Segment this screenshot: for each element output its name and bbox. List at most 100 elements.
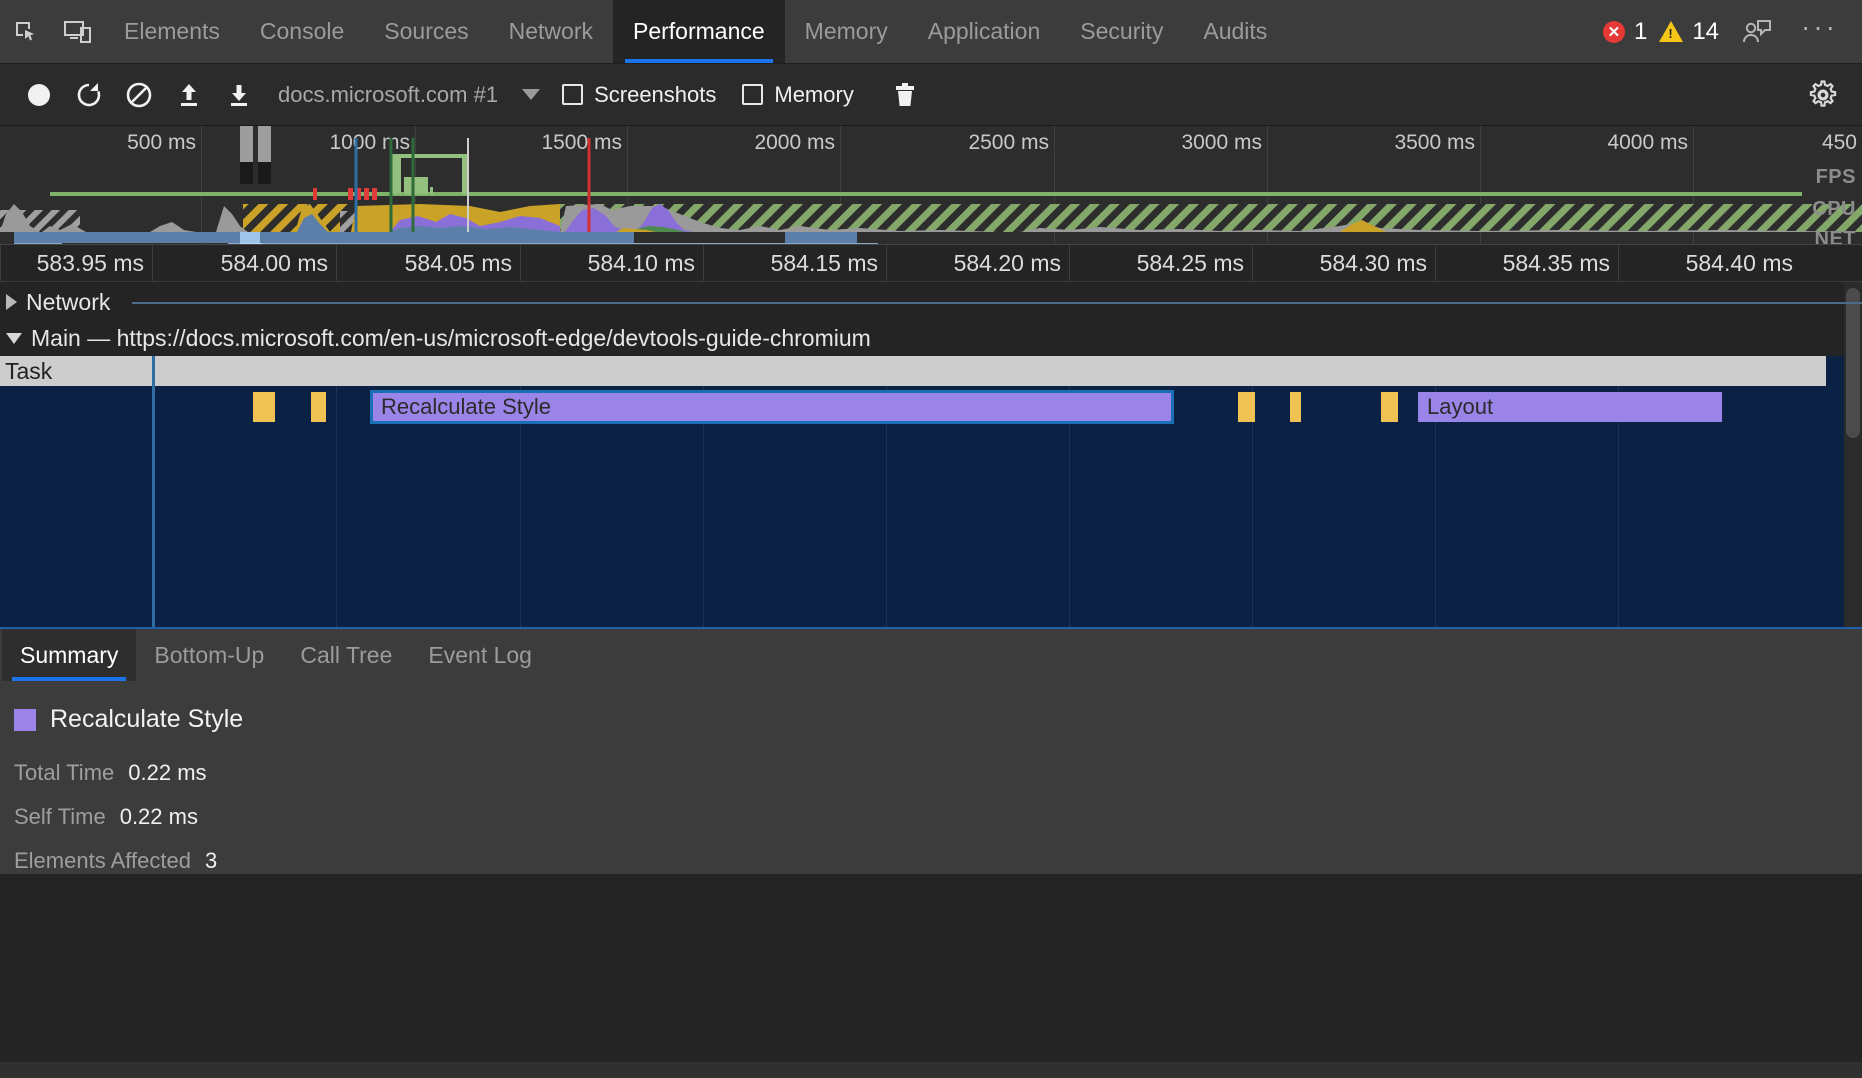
flame-event-label: Recalculate Style xyxy=(381,394,551,419)
flame-chart[interactable]: Network Main — https://docs.microsoft.co… xyxy=(0,282,1862,627)
detail-timeline-ruler: 583.95 ms 584.00 ms 584.05 ms 584.10 ms … xyxy=(0,244,1862,282)
summary-key: Total Time xyxy=(14,760,115,785)
summary-key: Elements Affected xyxy=(14,848,191,873)
session-selector-label[interactable]: docs.microsoft.com #1 xyxy=(278,82,498,108)
task-label: Task xyxy=(5,357,53,384)
tab-label: Event Log xyxy=(428,641,532,668)
load-profile-icon[interactable] xyxy=(164,73,214,117)
checkbox-box xyxy=(742,84,764,105)
tab-label: Call Tree xyxy=(300,641,393,668)
chevron-down-icon[interactable] xyxy=(522,89,541,100)
tab-elements[interactable]: Elements xyxy=(104,0,240,63)
tab-event-log[interactable]: Event Log xyxy=(410,629,550,681)
toolbar-right xyxy=(1798,73,1848,117)
flame-event-yellow[interactable] xyxy=(1238,392,1255,422)
save-profile-icon[interactable] xyxy=(214,73,264,117)
summary-value: 0.22 ms xyxy=(128,760,207,785)
tab-label: Audits xyxy=(1203,18,1268,44)
summary-panel: Recalculate Style Total Time 0.22 ms Sel… xyxy=(0,681,1862,874)
flame-event-yellow[interactable] xyxy=(1381,392,1398,422)
summary-row-total-time: Total Time 0.22 ms xyxy=(14,760,1848,786)
summary-value: 0.22 ms xyxy=(119,804,198,829)
tab-network[interactable]: Network xyxy=(489,0,613,63)
tab-security[interactable]: Security xyxy=(1060,0,1183,63)
flamechart-cursor xyxy=(152,356,155,627)
tab-audits[interactable]: Audits xyxy=(1183,0,1287,63)
event-color-swatch xyxy=(14,708,36,731)
tab-label: Bottom-Up xyxy=(154,641,265,668)
tab-label: Application xyxy=(927,18,1041,44)
warning-count-group[interactable]: 14 xyxy=(1659,18,1719,46)
memory-label: Memory xyxy=(774,81,854,107)
warning-count: 14 xyxy=(1692,17,1720,45)
tab-label: Network xyxy=(508,18,593,44)
collect-garbage-icon[interactable] xyxy=(880,73,930,117)
summary-row-elements-affected: Elements Affected 3 xyxy=(14,848,1848,874)
fps-label: FPS xyxy=(1815,166,1856,188)
screenshots-label: Screenshots xyxy=(594,81,717,107)
error-count: 1 xyxy=(1633,17,1648,45)
ruler-tick: 584.00 ms xyxy=(152,245,336,281)
tab-call-tree[interactable]: Call Tree xyxy=(282,629,410,681)
device-toolbar-icon[interactable] xyxy=(52,0,104,63)
flame-event-yellow[interactable] xyxy=(1290,392,1301,422)
chevron-right-icon xyxy=(6,294,17,310)
tab-bottom-up[interactable]: Bottom-Up xyxy=(136,629,282,681)
panel-tabs: Elements Console Sources Network Perform… xyxy=(104,0,1287,63)
memory-checkbox[interactable]: Memory xyxy=(742,81,854,108)
details-drawer: Summary Bottom-Up Call Tree Event Log Re… xyxy=(0,627,1862,874)
track-header-network[interactable]: Network xyxy=(0,284,1862,320)
error-icon: ✕ xyxy=(1602,20,1625,43)
ruler-tick: 584.20 ms xyxy=(886,245,1069,281)
feedback-person-icon[interactable] xyxy=(1731,19,1783,45)
ruler-tick: 584.30 ms xyxy=(1252,245,1435,281)
flame-event-yellow[interactable] xyxy=(253,392,275,422)
flame-event-label: Layout xyxy=(1427,394,1494,419)
summary-title: Recalculate Style xyxy=(50,705,244,733)
ruler-tick: 584.15 ms xyxy=(703,245,886,281)
tab-label: Performance xyxy=(633,18,765,44)
performance-overview[interactable]: 500 ms 1000 ms 1500 ms 2000 ms 2500 ms 3… xyxy=(0,126,1862,244)
record-circle-icon[interactable] xyxy=(14,73,64,117)
clear-recording-icon[interactable] xyxy=(114,73,164,117)
net-band xyxy=(0,232,1862,244)
chevron-down-icon xyxy=(6,332,22,344)
reload-and-record-icon[interactable] xyxy=(64,73,114,117)
ruler-tick: 584.10 ms xyxy=(520,245,703,281)
summary-row-self-time: Self Time 0.22 ms xyxy=(14,804,1848,830)
bottom-scrollbar[interactable] xyxy=(0,1062,1862,1078)
ruler-tick: 584.35 ms xyxy=(1435,245,1618,281)
gear-icon[interactable] xyxy=(1798,73,1848,117)
ruler-tick: 584.25 ms xyxy=(1069,245,1252,281)
flame-event-yellow[interactable] xyxy=(311,392,326,422)
performance-record-toolbar: docs.microsoft.com #1 Screenshots Memory xyxy=(0,64,1862,126)
checkbox-box xyxy=(562,84,584,105)
track-header-main[interactable]: Main — https://docs.microsoft.com/en-us/… xyxy=(0,320,1862,356)
tab-application[interactable]: Application xyxy=(908,0,1061,63)
tab-sources[interactable]: Sources xyxy=(364,0,488,63)
tab-label: Security xyxy=(1080,18,1164,44)
tab-label: Elements xyxy=(124,18,220,44)
flame-chart-body[interactable]: Task Recalculate Style Layout xyxy=(0,356,1844,627)
cpu-label: CPU xyxy=(1812,198,1856,220)
inspect-element-icon[interactable] xyxy=(0,0,52,63)
tab-summary[interactable]: Summary xyxy=(2,629,137,681)
tab-memory[interactable]: Memory xyxy=(785,0,908,63)
task-row[interactable]: Task xyxy=(0,356,1826,386)
devtools-tab-bar: Elements Console Sources Network Perform… xyxy=(0,0,1862,64)
tab-label: Memory xyxy=(804,18,888,44)
net-label: NET xyxy=(1814,228,1856,244)
details-tabs: Summary Bottom-Up Call Tree Event Log xyxy=(0,629,1862,681)
tab-console[interactable]: Console xyxy=(240,0,364,63)
screenshots-checkbox[interactable]: Screenshots xyxy=(562,82,716,108)
three-dots-icon[interactable]: ··· xyxy=(1795,12,1844,41)
error-count-group[interactable]: ✕ 1 xyxy=(1602,17,1648,46)
network-divider xyxy=(132,302,1862,304)
cpu-area-chart xyxy=(0,138,1862,232)
tab-performance[interactable]: Performance xyxy=(613,0,785,63)
flame-event-recalculate-style[interactable]: Recalculate Style xyxy=(370,390,1174,424)
tabbar-right-actions: ✕ 1 14 ··· xyxy=(1602,0,1862,63)
flame-event-layout[interactable]: Layout xyxy=(1418,392,1722,422)
summary-header: Recalculate Style xyxy=(14,705,1848,734)
summary-value: 3 xyxy=(204,848,218,873)
